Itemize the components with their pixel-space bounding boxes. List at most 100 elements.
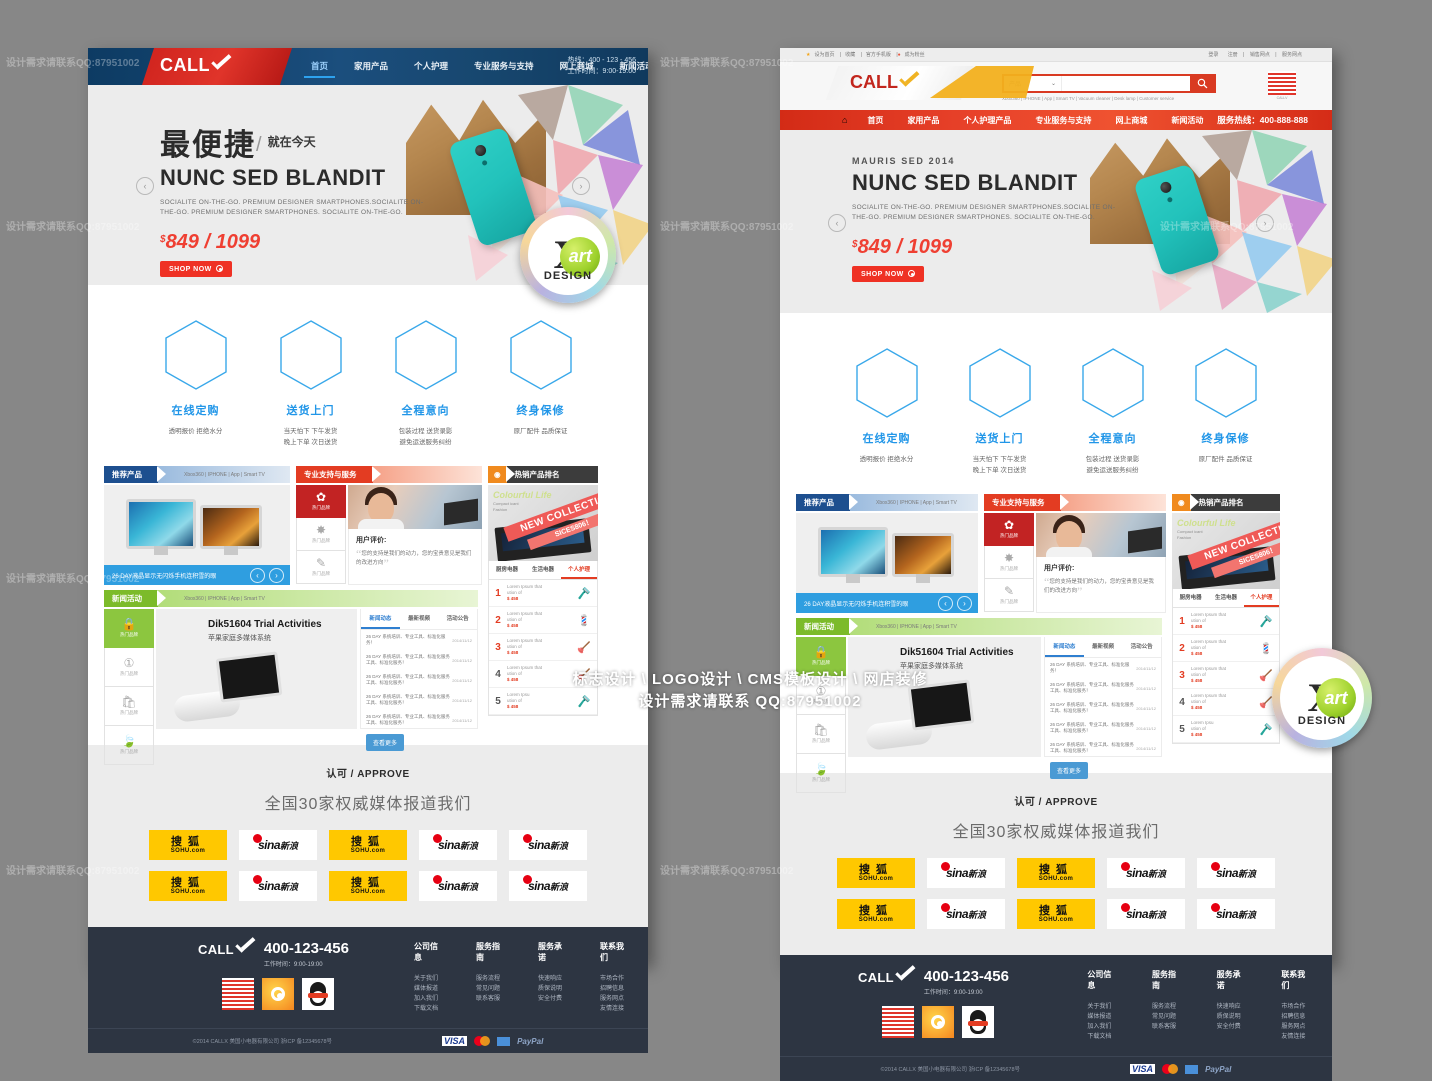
footer-link[interactable]: 服务流程 <box>1152 1002 1183 1012</box>
tab-personal[interactable]: 个人护理 <box>1243 589 1279 607</box>
news-tile[interactable]: 🛍 热门品牌 <box>104 687 154 726</box>
mobile-version-link[interactable]: 官方手机版 <box>866 52 891 58</box>
product-prev-button[interactable]: ‹ <box>250 568 265 583</box>
nav-item-personal-care[interactable]: 个人护理 <box>401 48 461 85</box>
footer-link[interactable]: 媒体报道 <box>1087 1012 1118 1022</box>
footer-link[interactable]: 服务流程 <box>476 974 504 984</box>
service-outlets-link[interactable]: 服务网点 <box>1282 52 1302 58</box>
footer-link[interactable]: 加入我们 <box>414 994 442 1004</box>
support-tile[interactable]: ✸ 热门品牌 <box>296 518 346 551</box>
footer-link[interactable]: 常见问题 <box>1152 1012 1183 1022</box>
nav-item-online-store[interactable]: 网上商城 <box>547 48 607 85</box>
news-tile[interactable]: 🔒 热门品牌 <box>104 609 154 648</box>
news-tile[interactable]: 🍃 热门品牌 <box>104 726 154 765</box>
site-logo[interactable]: CALL <box>850 72 920 93</box>
qrcode-icon[interactable] <box>882 1006 914 1038</box>
ranking-row[interactable]: 3 Lorem Ipsum that ution of $ 458 🪠 <box>1173 662 1279 689</box>
sales-outlets-link[interactable]: 销售网点 <box>1250 52 1270 58</box>
carousel-prev-button[interactable]: ‹ <box>136 177 154 195</box>
footer-link[interactable]: 质保说明 <box>1217 1012 1248 1022</box>
set-homepage-link[interactable]: 设为首页 <box>814 52 834 58</box>
footer-link[interactable]: 常见问题 <box>476 984 504 994</box>
footer-link[interactable]: 质保说明 <box>538 984 566 994</box>
tab-kitchen[interactable]: 厨房电器 <box>489 561 525 579</box>
tab-living[interactable]: 生活电器 <box>1208 589 1243 607</box>
nav-item-home-products[interactable]: 家用产品 <box>895 115 951 126</box>
news-tile[interactable]: ① 热门品牌 <box>796 676 846 715</box>
nav-item-news[interactable]: 新闻活动 <box>607 48 648 85</box>
ranking-row[interactable]: 5 Lorem Ipsu ution of $ 458 🪒 <box>489 688 597 715</box>
product-next-button[interactable]: › <box>269 568 284 583</box>
view-more-button[interactable]: 查看更多 <box>1050 762 1089 779</box>
support-tile[interactable]: ✎ 热门品牌 <box>296 551 346 584</box>
footer-link[interactable]: 友情连接 <box>600 1004 628 1014</box>
site-logo[interactable]: CALL <box>160 55 232 76</box>
footer-logo[interactable]: CALL <box>858 969 916 985</box>
footer-link[interactable]: 下载文档 <box>1087 1032 1118 1042</box>
product-next-button[interactable]: › <box>957 596 972 611</box>
shop-now-button[interactable]: SHOP NOW <box>852 266 924 282</box>
footer-link[interactable]: 关于我们 <box>414 974 442 984</box>
footer-link[interactable]: 下载文档 <box>414 1004 442 1014</box>
footer-link[interactable]: 招聘信息 <box>600 984 628 994</box>
carousel-next-button[interactable]: › <box>1256 214 1274 232</box>
support-tile[interactable]: ✎ 热门品牌 <box>984 579 1034 612</box>
nav-item-home[interactable]: 首页 <box>855 115 895 126</box>
qq-icon[interactable] <box>302 978 334 1010</box>
news-tile[interactable]: ① 热门品牌 <box>104 648 154 687</box>
news-tile[interactable]: 🔒 热门品牌 <box>796 637 846 676</box>
footer-link[interactable]: 关于我们 <box>1087 1002 1118 1012</box>
home-icon[interactable]: ⌂ <box>780 115 855 125</box>
footer-link[interactable]: 快速响应 <box>538 974 566 984</box>
nav-item-home[interactable]: 首页 <box>298 48 341 85</box>
carousel-prev-button[interactable]: ‹ <box>828 214 846 232</box>
search-button[interactable] <box>1190 76 1214 91</box>
nav-item-personal-care[interactable]: 个人护理产品 <box>951 115 1023 126</box>
qrcode-icon[interactable] <box>222 978 254 1010</box>
carousel-next-button[interactable]: › <box>572 177 590 195</box>
tab-personal[interactable]: 个人护理 <box>561 561 597 579</box>
ranking-row[interactable]: 2 Lorem Ipsum that ution of $ 458 💈 <box>1173 635 1279 662</box>
news-tile[interactable]: 🍃 热门品牌 <box>796 754 846 793</box>
product-prev-button[interactable]: ‹ <box>938 596 953 611</box>
footer-link[interactable]: 安全付费 <box>1217 1022 1248 1032</box>
nav-item-news[interactable]: 新闻活动 <box>1159 115 1215 126</box>
support-tile[interactable]: ✸ 热门品牌 <box>984 546 1034 579</box>
ranking-row[interactable]: 4 Lorem Ipsum that ution of $ 458 🪠 <box>489 661 597 688</box>
footer-link[interactable]: 快速响应 <box>1217 1002 1248 1012</box>
weibo-icon[interactable] <box>262 978 294 1010</box>
footer-link[interactable]: 服务网点 <box>1281 1022 1312 1032</box>
become-fan-link[interactable]: 成为粉丝 <box>905 52 925 58</box>
search-input[interactable] <box>1062 76 1190 91</box>
footer-link[interactable]: 招聘信息 <box>1281 1012 1312 1022</box>
ranking-row[interactable]: 2 Lorem Ipsum that ution of $ 458 💈 <box>489 607 597 634</box>
news-tile[interactable]: 🛍 热门品牌 <box>796 715 846 754</box>
support-tile[interactable]: ✿ 热门品牌 <box>296 485 346 518</box>
footer-link[interactable]: 市场合作 <box>600 974 628 984</box>
tab-kitchen[interactable]: 厨房电器 <box>1173 589 1208 607</box>
support-tile[interactable]: ✿ 热门品牌 <box>984 513 1034 546</box>
ranking-row[interactable]: 5 Lorem Ipsu ution of $ 458 🪒 <box>1173 716 1279 743</box>
footer-link[interactable]: 服务网点 <box>600 994 628 1004</box>
favorite-link[interactable]: 收藏 <box>845 52 855 58</box>
register-link[interactable]: 注册 <box>1228 52 1238 58</box>
tab-living[interactable]: 生活电器 <box>525 561 561 579</box>
footer-link[interactable]: 友情连接 <box>1281 1032 1312 1042</box>
nav-item-service-support[interactable]: 专业服务与支持 <box>461 48 547 85</box>
ranking-row[interactable]: 1 Lorem Ipsum that ution of $ 458 🪒 <box>489 580 597 607</box>
login-link[interactable]: 登录 <box>1208 52 1218 58</box>
view-more-button[interactable]: 查看更多 <box>366 734 405 751</box>
qq-icon[interactable] <box>962 1006 994 1038</box>
ranking-row[interactable]: 4 Lorem Ipsum that ution of $ 458 🪠 <box>1173 689 1279 716</box>
footer-link[interactable]: 媒体报道 <box>414 984 442 994</box>
nav-item-service-support[interactable]: 专业服务与支持 <box>1023 115 1103 126</box>
footer-link[interactable]: 市场合作 <box>1281 1002 1312 1012</box>
footer-logo[interactable]: CALL <box>198 941 256 957</box>
nav-item-home-products[interactable]: 家用产品 <box>341 48 401 85</box>
nav-item-online-store[interactable]: 网上商城 <box>1103 115 1159 126</box>
shop-now-button[interactable]: SHOP NOW <box>160 261 232 277</box>
ranking-row[interactable]: 3 Lorem Ipsum that ution of $ 458 🪠 <box>489 634 597 661</box>
weibo-icon[interactable] <box>922 1006 954 1038</box>
ranking-row[interactable]: 1 Lorem Ipsum that ution of $ 458 🪒 <box>1173 608 1279 635</box>
qrcode-icon[interactable] <box>1268 71 1296 95</box>
